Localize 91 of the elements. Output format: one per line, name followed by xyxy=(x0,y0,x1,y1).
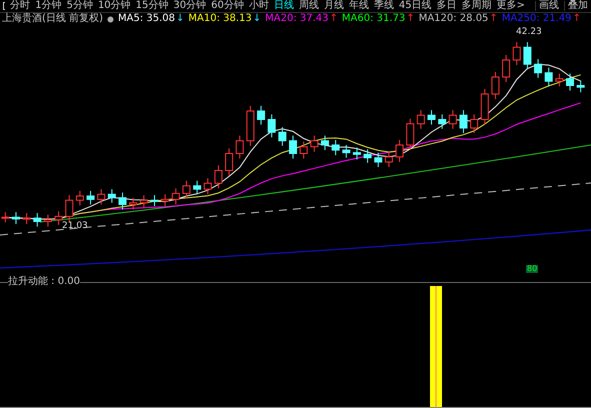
trend-arrow: ↑ xyxy=(572,14,581,24)
candlestick xyxy=(86,190,95,205)
candlestick xyxy=(236,135,244,160)
period-tab[interactable]: 多日 xyxy=(436,1,457,11)
candlestick xyxy=(352,147,361,160)
period-tab[interactable]: 年线 xyxy=(348,1,369,11)
candlestick xyxy=(140,194,148,208)
trend-arrow: ↑ xyxy=(406,14,415,24)
candlestick xyxy=(534,58,542,78)
period-tab[interactable]: 日线 xyxy=(274,1,294,11)
volume-label: 80 xyxy=(526,265,538,273)
window-icon[interactable] xyxy=(3,2,6,10)
candlestick xyxy=(65,194,74,222)
toolbar-button[interactable]: 叠加 xyxy=(564,1,588,11)
period-tab[interactable]: 分时 xyxy=(10,1,30,11)
candlestick xyxy=(97,188,106,205)
moving-average-value: MA20: 37.43 xyxy=(265,14,329,24)
candlestick xyxy=(470,114,478,134)
candlestick xyxy=(406,118,414,151)
period-tab[interactable]: 月线 xyxy=(324,1,344,11)
candlestick xyxy=(332,139,340,156)
candlestick xyxy=(364,148,372,164)
candlestick xyxy=(512,42,521,66)
price-label: 21.03 xyxy=(62,222,88,231)
candlestick xyxy=(246,105,254,146)
moving-average-value: MA60: 31.73 xyxy=(342,14,406,24)
candlestick xyxy=(396,139,404,162)
candlestick xyxy=(22,212,31,225)
candlestick xyxy=(12,212,20,225)
candlestick xyxy=(257,105,266,126)
candlestick xyxy=(555,73,564,87)
candlestick xyxy=(428,110,436,126)
candlestick xyxy=(491,71,500,100)
candlestick xyxy=(342,144,350,158)
trend-arrow: ↑ xyxy=(489,14,498,24)
candlestick xyxy=(289,135,297,160)
candlestick xyxy=(448,110,457,130)
candlestick xyxy=(566,73,574,92)
toolbar-button[interactable]: 画线 xyxy=(535,1,559,11)
candlestick xyxy=(310,135,318,152)
candlestick xyxy=(204,178,212,195)
candlestick xyxy=(268,114,276,138)
candlestick xyxy=(416,110,425,130)
indicator-label: 拉升动能 : 0.00 xyxy=(8,277,80,287)
period-tab[interactable]: 1分钟 xyxy=(35,1,62,11)
period-tab[interactable]: 5分钟 xyxy=(66,1,93,11)
period-tab[interactable]: 30分钟 xyxy=(173,1,206,11)
candlestick xyxy=(544,67,553,87)
candlestick xyxy=(54,210,63,226)
candlestick xyxy=(33,212,42,228)
candlestick xyxy=(44,214,52,228)
period-tab[interactable]: 10分钟 xyxy=(98,1,131,11)
trend-arrow: ↓ xyxy=(252,14,262,24)
period-tab[interactable]: 45日线 xyxy=(398,1,432,11)
trend-arrow: ↑ xyxy=(330,14,338,24)
candlestick xyxy=(459,110,468,134)
candlestick xyxy=(502,54,510,83)
candlestick xyxy=(480,88,489,126)
candlestick xyxy=(384,151,393,168)
moving-average-value: MA5: 35.08 xyxy=(118,14,175,24)
period-tab[interactable]: 季线 xyxy=(374,1,394,11)
candlestick xyxy=(182,180,190,200)
candlestick xyxy=(278,126,286,146)
moving-average-value: MA10: 38.13 xyxy=(188,14,252,24)
period-tab[interactable]: 小时 xyxy=(248,1,269,11)
candlestick xyxy=(214,164,222,189)
candlestick xyxy=(300,141,308,160)
stock-title: 上海贵酒(日线 前复权) xyxy=(2,14,103,24)
period-tab[interactable]: 多周期 xyxy=(462,1,492,11)
candlestick xyxy=(225,148,234,176)
period-tab[interactable]: 60分钟 xyxy=(211,1,244,11)
candlestick xyxy=(161,194,170,207)
candlestick xyxy=(129,197,138,210)
candlestick xyxy=(374,152,382,168)
candlestick xyxy=(150,194,158,207)
moving-average-value: MA120: 28.05 xyxy=(418,14,488,24)
period-tab[interactable]: 周线 xyxy=(298,1,319,11)
period-tab[interactable]: 15分钟 xyxy=(136,1,168,11)
candlestick xyxy=(172,188,180,205)
candlestick xyxy=(523,42,532,70)
candlestick xyxy=(576,80,585,93)
candlestick xyxy=(438,114,446,130)
moving-average-value: MA250: 21.49 xyxy=(502,14,572,24)
candlestick xyxy=(193,180,202,195)
candlestick xyxy=(76,190,84,206)
candlestick xyxy=(108,188,116,204)
price-label: 42.23 xyxy=(516,28,542,37)
candlestick xyxy=(118,192,127,210)
trend-arrow: ↓ xyxy=(176,14,184,24)
candlestick xyxy=(320,135,329,151)
period-tab[interactable]: 更多> xyxy=(496,1,525,11)
